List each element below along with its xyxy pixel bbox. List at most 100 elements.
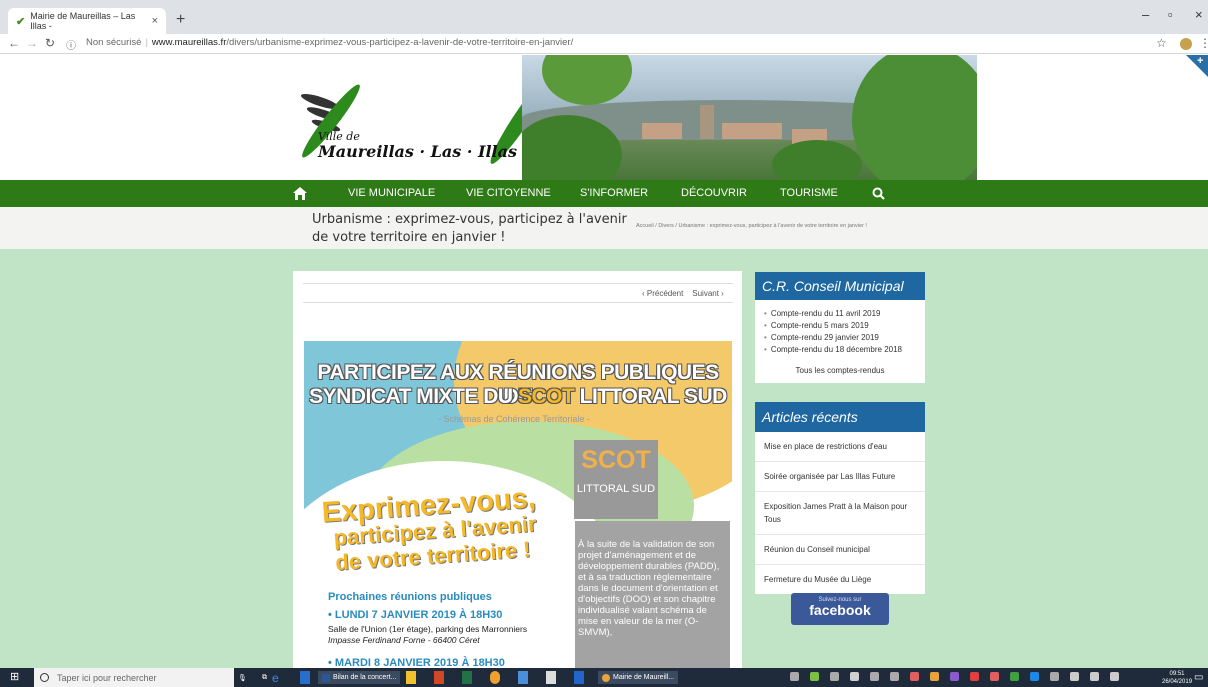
network-icon[interactable]: [1070, 672, 1079, 681]
article-link[interactable]: Soirée organisée par Las Illas Future: [755, 462, 925, 492]
task-view-icon[interactable]: ⧉: [262, 671, 267, 684]
tray-icon[interactable]: [890, 672, 899, 681]
browser-menu-icon[interactable]: ⋮: [1199, 36, 1208, 50]
main-nav: VIE MUNICIPALE VIE CITOYENNE S'INFORMER …: [0, 180, 1208, 207]
article-link[interactable]: Réunion du Conseil municipal: [755, 535, 925, 565]
tray-icon[interactable]: [930, 672, 939, 681]
taskbar-search[interactable]: Taper ici pour rechercher: [34, 668, 234, 687]
poster-subtitle: - Schémas de Cohérence Territoriale -: [438, 414, 590, 424]
excel-icon[interactable]: [462, 671, 472, 684]
nav-vie-citoyenne[interactable]: VIE CITOYENNE: [466, 187, 551, 199]
cr-link[interactable]: Compte-rendu du 18 décembre 2018: [764, 344, 916, 356]
poster-meetings-heading: Prochaines réunions publiques: [328, 591, 492, 603]
app-icon[interactable]: [490, 671, 500, 684]
taskbar-word-window[interactable]: Bilan de la concert...: [318, 671, 401, 684]
nav-decouvrir[interactable]: DÉCOUVRIR: [681, 187, 747, 199]
poster-headline-2: SYNDICAT MIXTE DU SCOT LITTORAL SUD: [309, 385, 727, 408]
tray-icon[interactable]: [1050, 672, 1059, 681]
back-icon[interactable]: ←: [8, 36, 20, 50]
tray-icon[interactable]: [870, 672, 879, 681]
article-link[interactable]: Exposition James Pratt à la Maison pour …: [755, 492, 925, 535]
page-title: Urbanisme : exprimez-vous, participez à …: [312, 212, 627, 245]
articles-widget-title: Articles récents: [755, 402, 925, 432]
tray-icon[interactable]: [810, 672, 819, 681]
tab-close-icon[interactable]: ×: [152, 15, 158, 27]
tray-icon[interactable]: [850, 672, 859, 681]
reload-icon[interactable]: ↻: [45, 36, 55, 50]
notifications-icon[interactable]: ▭: [1194, 671, 1203, 684]
poster-image[interactable]: PARTICIPEZ AUX RÉUNIONS PUBLIQUES DU SYN…: [304, 341, 732, 668]
browser-tabbar: ✔ Mairie de Maureillas – Las Illas - × +…: [0, 0, 1208, 34]
clock-time: 09:51: [1169, 671, 1185, 677]
clock-date: 26/04/2019: [1162, 679, 1193, 685]
article-content: ‹ Précédent Suivant › PARTICIPEZ AUX RÉU…: [293, 271, 742, 668]
bookmark-star-icon[interactable]: ☆: [1156, 36, 1167, 50]
store-icon[interactable]: [406, 671, 416, 684]
taskbar-search-placeholder: Taper ici pour rechercher: [57, 672, 157, 683]
web-page: + Ville de Maureillas · Las · Illas VIE …: [0, 55, 1208, 668]
header-photo: [522, 55, 977, 180]
facebook-button[interactable]: Suivez-nous sur facebook: [791, 593, 889, 625]
powerpoint-icon[interactable]: [434, 671, 444, 684]
logo-text: Ville de Maureillas · Las · Illas: [318, 129, 517, 161]
address-bar-row: ← → ↻ ⓘ Non sécurisé | www.maureillas.fr/d…: [0, 34, 1208, 54]
cr-widget: C.R. Conseil Municipal Compte-rendu du 1…: [755, 272, 925, 383]
tray-icon[interactable]: [1110, 672, 1119, 681]
title-bar: Urbanisme : exprimez-vous, participez à …: [0, 207, 1208, 249]
taskbar-chrome-window[interactable]: Mairie de Maureill...: [598, 671, 679, 684]
browser-tab[interactable]: ✔ Mairie de Maureillas – Las Illas - ×: [8, 8, 166, 34]
facebook-logo-text: facebook: [809, 602, 871, 618]
next-link[interactable]: Suivant ›: [692, 289, 724, 298]
poster-date-1-address: Impasse Ferdinand Forne - 66400 Céret: [328, 635, 480, 645]
security-label: Non sécurisé: [86, 37, 142, 48]
tab-title: Mairie de Maureillas – Las Illas -: [30, 11, 136, 31]
search-icon[interactable]: [872, 187, 885, 200]
tray-icon[interactable]: [990, 672, 999, 681]
tray-icon[interactable]: [1010, 672, 1019, 681]
home-icon[interactable]: [292, 185, 308, 201]
poster-date-2: • MARDI 8 JANVIER 2019 À 18H30: [328, 657, 505, 668]
app-icon[interactable]: [518, 671, 528, 684]
article-link[interactable]: Fermeture du Musée du Liège: [755, 565, 925, 594]
cr-link[interactable]: Compte-rendu du 11 avril 2019: [764, 308, 916, 320]
tray-icon[interactable]: [790, 672, 799, 681]
logo-line2: Maureillas · Las · Illas: [318, 142, 517, 161]
nav-tourisme[interactable]: TOURISME: [780, 187, 838, 199]
nav-sinformer[interactable]: S'INFORMER: [580, 187, 648, 199]
prev-link[interactable]: ‹ Précédent: [642, 289, 683, 298]
mail-icon[interactable]: [546, 671, 556, 684]
plus-icon[interactable]: +: [1197, 55, 1203, 67]
edge-icon[interactable]: e: [272, 671, 279, 685]
tray-icon[interactable]: [830, 672, 839, 681]
window-close-icon[interactable]: ×: [1195, 7, 1203, 22]
nav-vie-municipale[interactable]: VIE MUNICIPALE: [348, 187, 435, 199]
tray-icon[interactable]: [910, 672, 919, 681]
info-icon[interactable]: ⓘ: [66, 37, 76, 52]
url-domain: www.maureillas.fr: [151, 37, 227, 48]
post-navigation: ‹ Précédent Suivant ›: [642, 289, 724, 298]
minimize-icon[interactable]: –: [1142, 7, 1149, 22]
tray-icon[interactable]: [970, 672, 979, 681]
volume-icon[interactable]: [1090, 672, 1099, 681]
maximize-icon[interactable]: ▫: [1168, 7, 1173, 22]
cr-link[interactable]: Compte-rendu 5 mars 2019: [764, 320, 916, 332]
all-cr-link[interactable]: Tous les comptes-rendus: [755, 360, 925, 383]
taskbar-clock[interactable]: 09:51 26/04/2019: [1162, 670, 1192, 686]
cortana-icon: [40, 673, 49, 682]
tray-icon[interactable]: [1030, 672, 1039, 681]
extension-icon[interactable]: [1180, 38, 1192, 50]
article-link[interactable]: Mise en place de restrictions d'eau: [755, 432, 925, 462]
mic-icon[interactable]: 🎙: [238, 671, 247, 684]
tray-icon[interactable]: [950, 672, 959, 681]
articles-widget: Articles récents Mise en place de restri…: [755, 402, 925, 594]
outlook-icon[interactable]: [300, 671, 310, 684]
cr-link[interactable]: Compte-rendu 29 janvier 2019: [764, 332, 916, 344]
app-icon[interactable]: [574, 671, 584, 684]
forward-icon[interactable]: →: [26, 36, 38, 50]
new-tab-button[interactable]: +: [176, 11, 185, 29]
breadcrumb[interactable]: Accueil / Divers / Urbanisme : exprimez-…: [636, 223, 867, 229]
site-header: + Ville de Maureillas · Las · Illas: [0, 55, 1208, 180]
windows-start-icon[interactable]: ⊞: [10, 670, 19, 683]
site-favicon-icon: ✔: [16, 15, 26, 28]
url-field[interactable]: Non sécurisé | www.maureillas.fr/divers/ur…: [86, 37, 573, 48]
